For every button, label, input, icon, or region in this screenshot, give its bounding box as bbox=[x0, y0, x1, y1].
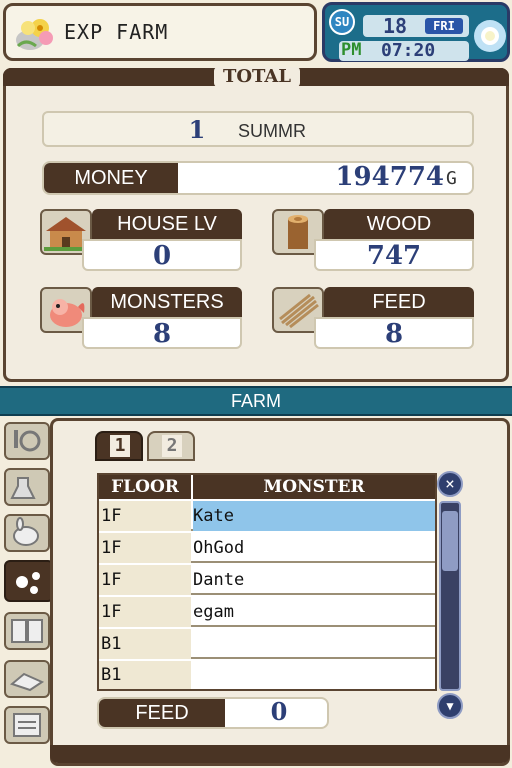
tab-system-icon[interactable] bbox=[4, 706, 50, 744]
money-row: MONEY 194774 G bbox=[42, 161, 474, 195]
row-floor: B1 bbox=[99, 629, 191, 659]
wood-label: WOOD bbox=[324, 209, 474, 239]
column-header-monster: MONSTER bbox=[193, 475, 435, 499]
house-lv-label: HOUSE LV bbox=[92, 209, 242, 239]
period-label: PM bbox=[341, 40, 362, 60]
farm-heading: FARM bbox=[230, 391, 281, 411]
money-unit: G bbox=[446, 168, 457, 189]
date-day: 18 bbox=[383, 14, 408, 38]
row-monster: Dante bbox=[193, 570, 245, 590]
page-tab-1-label: 1 bbox=[110, 435, 130, 457]
close-icon[interactable]: × bbox=[437, 471, 463, 497]
tab-farm-icon[interactable] bbox=[4, 560, 54, 602]
clock-plate: SU 18 FRI PM 07:20 bbox=[322, 2, 510, 62]
row-monster: egam bbox=[193, 602, 234, 622]
page-tab-2-label: 2 bbox=[162, 435, 182, 457]
farm-header-bar: FARM bbox=[0, 386, 512, 416]
location-title: EXP FARM bbox=[64, 20, 169, 44]
money-value: 194774 bbox=[335, 162, 444, 192]
scrollbar-track[interactable] bbox=[439, 501, 461, 691]
monsters-label: MONSTERS bbox=[92, 287, 242, 317]
monsters-value: 8 bbox=[82, 317, 242, 349]
tab-items-icon[interactable] bbox=[4, 468, 50, 506]
page-tab-1[interactable]: 1 bbox=[95, 431, 143, 461]
season-su-icon: SU bbox=[329, 9, 355, 35]
farm-panel: 1 2 FLOOR MONSTER 1F Kate 1F OhGod 1F Da… bbox=[50, 418, 510, 766]
money-label: MONEY bbox=[44, 163, 178, 193]
tab-book-icon[interactable] bbox=[4, 612, 50, 650]
total-panel: TOTAL 1 SUMMR MONEY 194774 G HOUSE LV 0 … bbox=[3, 67, 509, 382]
total-heading: TOTAL bbox=[214, 67, 300, 87]
row-floor: 1F bbox=[99, 565, 191, 595]
farm-panel-bottombar bbox=[50, 745, 510, 763]
time-value: 07:20 bbox=[381, 40, 436, 61]
farm-feed-row: FEED 0 bbox=[97, 697, 329, 729]
sun-weather-icon bbox=[473, 19, 507, 53]
table-row[interactable]: B1 bbox=[99, 661, 435, 689]
scroll-down-icon[interactable]: ▼ bbox=[437, 693, 463, 719]
column-header-floor: FLOOR bbox=[99, 475, 191, 499]
row-floor: 1F bbox=[99, 533, 191, 563]
table-row[interactable]: 1F egam bbox=[99, 597, 435, 627]
feed-label: FEED bbox=[324, 287, 474, 317]
wood-value: 747 bbox=[314, 239, 474, 271]
tab-quest-icon[interactable] bbox=[4, 422, 50, 460]
title-plate: EXP FARM bbox=[3, 3, 317, 61]
row-monster bbox=[193, 661, 435, 689]
row-monster bbox=[193, 629, 435, 659]
tab-monster-icon[interactable] bbox=[4, 514, 50, 552]
farm-feed-label: FEED bbox=[99, 699, 225, 727]
row-floor: 1F bbox=[99, 597, 191, 627]
farm-feed-value: 0 bbox=[270, 697, 288, 726]
table-row[interactable]: 1F Kate bbox=[99, 501, 435, 531]
row-monster: OhGod bbox=[193, 538, 245, 558]
table-row[interactable]: B1 bbox=[99, 629, 435, 659]
table-row[interactable]: 1F Dante bbox=[99, 565, 435, 595]
day-of-week-badge: FRI bbox=[425, 18, 463, 34]
scrollbar-thumb[interactable] bbox=[442, 511, 458, 571]
season-row: 1 SUMMR bbox=[42, 111, 474, 147]
table-row[interactable]: 1F OhGod bbox=[99, 533, 435, 563]
page-tab-2[interactable]: 2 bbox=[147, 431, 195, 461]
flower-icon bbox=[12, 12, 58, 54]
tab-request-icon[interactable] bbox=[4, 660, 50, 698]
row-floor: 1F bbox=[99, 501, 191, 531]
monster-table: FLOOR MONSTER 1F Kate 1F OhGod 1F Dante … bbox=[97, 473, 437, 691]
house-lv-value: 0 bbox=[82, 239, 242, 271]
row-monster: Kate bbox=[193, 501, 435, 531]
row-floor: B1 bbox=[99, 661, 191, 689]
feed-value: 8 bbox=[314, 317, 474, 349]
season-day: 1 bbox=[188, 115, 206, 144]
season-name: SUMMR bbox=[238, 121, 306, 141]
